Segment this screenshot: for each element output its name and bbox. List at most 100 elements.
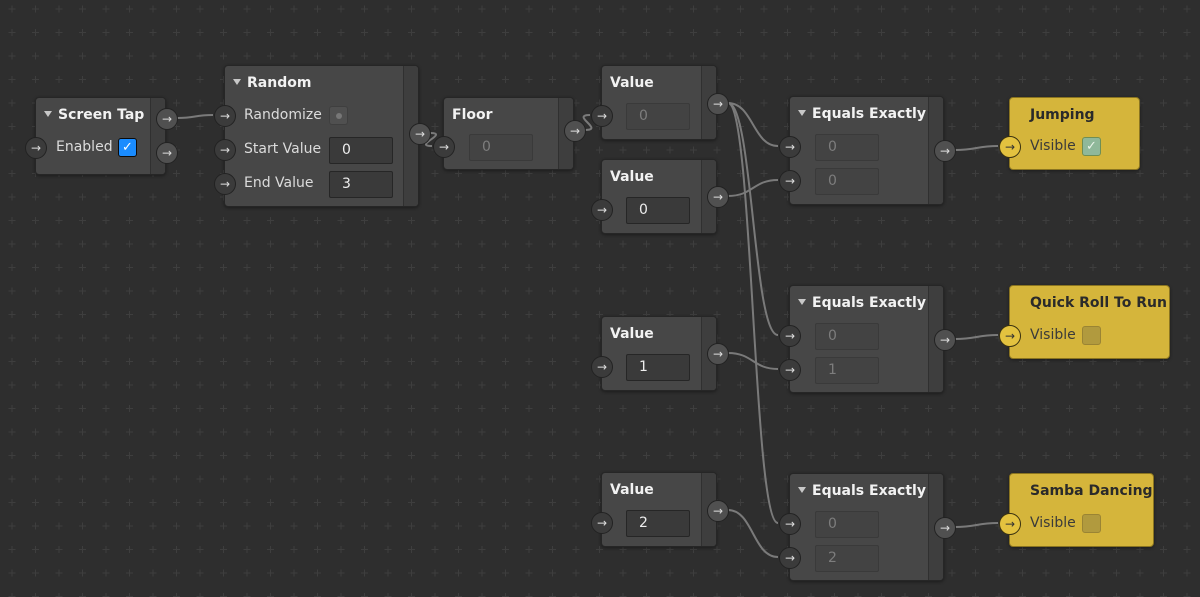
checkmark-checkbox[interactable]: ✓ — [1082, 137, 1101, 156]
output-port-arrow-icon[interactable]: → — [707, 343, 729, 365]
node-title: Equals Exactly — [798, 483, 926, 499]
node-title-text: Value — [610, 169, 654, 185]
node-floor[interactable]: Floor → 0 → — [433, 97, 586, 170]
node-title-text: Equals Exactly — [812, 295, 926, 311]
node-title-text: Equals Exactly — [812, 483, 926, 499]
connection-wire[interactable] — [727, 102, 779, 524]
node-title-text: Value — [610, 482, 654, 498]
node-title: Quick Roll To Run — [1030, 295, 1167, 311]
input-port-arrow-icon[interactable]: → — [779, 136, 801, 158]
connection-wire[interactable] — [954, 522, 999, 528]
connection-wire[interactable] — [727, 509, 779, 558]
node-value-1[interactable]: Value → 0 → — [591, 65, 729, 140]
node-value-3[interactable]: Value → 1 → — [591, 316, 729, 391]
output-port-arrow-icon[interactable]: → — [409, 123, 431, 145]
connection-wire[interactable] — [727, 352, 779, 370]
input-port-arrow-icon[interactable]: → — [999, 136, 1021, 158]
output-port-arrow-icon[interactable]: → — [707, 500, 729, 522]
collapse-triangle-icon[interactable] — [233, 79, 241, 85]
input-port-arrow-icon[interactable]: → — [999, 513, 1021, 535]
input-port-arrow-icon[interactable]: → — [214, 139, 236, 161]
node-title: Jumping — [1030, 107, 1095, 123]
node-value-4[interactable]: Value → 2 → — [591, 472, 729, 547]
input-port-arrow-icon[interactable]: → — [779, 547, 801, 569]
input-port-arrow-icon[interactable]: → — [214, 105, 236, 127]
input-port-arrow-icon[interactable]: → — [591, 105, 613, 127]
node-title-text: Quick Roll To Run — [1030, 295, 1167, 311]
input-label: Visible — [1030, 515, 1076, 531]
collapse-triangle-icon[interactable] — [798, 110, 806, 116]
collapse-triangle-icon[interactable] — [798, 299, 806, 305]
node-title: Floor — [452, 107, 493, 123]
value-field: 1 — [815, 357, 879, 384]
node-jumping[interactable]: Jumping → Visible ✓ — [999, 97, 1140, 170]
node-title: Value — [610, 482, 654, 498]
node-title-text: Jumping — [1030, 107, 1095, 123]
input-port-arrow-icon[interactable]: → — [591, 356, 613, 378]
collapse-triangle-icon[interactable] — [44, 111, 52, 117]
input-port-arrow-icon[interactable]: → — [591, 199, 613, 221]
node-title: Screen Tap — [44, 107, 144, 123]
output-port-arrow-icon[interactable]: → — [156, 108, 178, 130]
input-port-arrow-icon[interactable]: → — [433, 136, 455, 158]
value-field[interactable]: 0 — [626, 197, 690, 224]
toggle-dot-button[interactable] — [329, 106, 348, 125]
input-label: Visible — [1030, 138, 1076, 154]
connection-wire[interactable] — [727, 179, 779, 197]
input-port-arrow-icon[interactable]: → — [25, 137, 47, 159]
input-port-arrow-icon[interactable]: → — [779, 513, 801, 535]
output-port-arrow-icon[interactable]: → — [564, 120, 586, 142]
node-title-text: Value — [610, 75, 654, 91]
node-title-text: Random — [247, 75, 312, 91]
input-label: Randomize — [244, 107, 322, 123]
collapse-triangle-icon[interactable] — [798, 487, 806, 493]
input-port-arrow-icon[interactable]: → — [591, 512, 613, 534]
node-equals-1[interactable]: Equals Exactly → 0 → 0 → — [779, 96, 956, 205]
value-field: 0 — [815, 168, 879, 195]
node-equals-2[interactable]: Equals Exactly → 0 → 1 → — [779, 285, 956, 393]
value-field[interactable]: 0 — [329, 137, 393, 164]
value-field: 0 — [626, 103, 690, 130]
checkbox[interactable] — [1082, 514, 1101, 533]
value-field: 0 — [815, 511, 879, 538]
input-port-arrow-icon[interactable]: → — [779, 170, 801, 192]
node-screen-tap[interactable]: Screen Tap → Enabled ✓ → → — [25, 97, 178, 175]
node-value-2[interactable]: Value → 0 → — [591, 159, 729, 234]
node-title-text: Screen Tap — [58, 107, 145, 123]
output-port-arrow-icon[interactable]: → — [707, 186, 729, 208]
input-port-arrow-icon[interactable]: → — [779, 359, 801, 381]
value-field[interactable]: 2 — [626, 510, 690, 537]
input-port-arrow-icon[interactable]: → — [779, 325, 801, 347]
output-port-arrow-icon[interactable]: → — [934, 140, 956, 162]
connection-wire[interactable] — [954, 334, 999, 340]
connection-wire[interactable] — [954, 145, 999, 151]
input-port-arrow-icon[interactable]: → — [999, 325, 1021, 347]
value-field[interactable]: 3 — [329, 171, 393, 198]
output-port-arrow-icon[interactable]: → — [934, 517, 956, 539]
value-field: 0 — [815, 134, 879, 161]
input-label: Visible — [1030, 327, 1076, 343]
output-port-arrow-icon[interactable]: → — [934, 329, 956, 351]
checkbox[interactable] — [1082, 326, 1101, 345]
node-random[interactable]: Random → Randomize → Start Value 0 → End Value 3… — [214, 65, 431, 207]
checkmark-checkbox[interactable]: ✓ — [118, 138, 137, 157]
value-field: 0 — [815, 323, 879, 350]
input-label: Enabled — [56, 139, 113, 155]
input-port-arrow-icon[interactable]: → — [214, 173, 236, 195]
node-equals-3[interactable]: Equals Exactly → 0 → 2 → — [779, 473, 956, 581]
output-port-arrow-icon[interactable]: → — [707, 93, 729, 115]
value-field: 2 — [815, 545, 879, 572]
node-samba[interactable]: Samba Dancing → Visible — [999, 473, 1154, 547]
node-title: Equals Exactly — [798, 106, 926, 122]
value-field: 0 — [469, 134, 533, 161]
output-port-arrow-icon[interactable]: → — [156, 142, 178, 164]
node-title: Value — [610, 326, 654, 342]
connection-wire[interactable] — [176, 114, 214, 119]
node-title-text: Equals Exactly — [812, 106, 926, 122]
input-label: End Value — [244, 175, 314, 191]
value-field[interactable]: 1 — [626, 354, 690, 381]
node-quick-roll[interactable]: Quick Roll To Run → Visible — [999, 285, 1170, 359]
node-title-text: Samba Dancing — [1030, 483, 1153, 499]
input-label: Start Value — [244, 141, 322, 157]
node-title: Samba Dancing — [1030, 483, 1153, 499]
